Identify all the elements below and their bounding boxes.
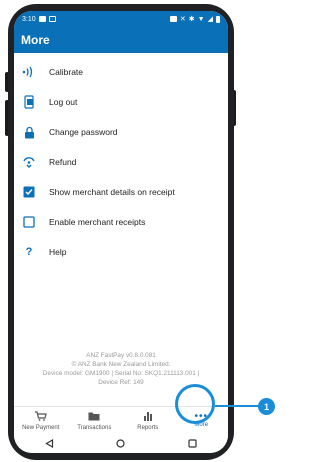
notification-icon [38,16,46,22]
checkbox-checked-icon[interactable] [22,185,36,199]
menu-item-help[interactable]: ? Help [14,237,228,267]
menu-item-label: Log out [49,97,78,107]
help-icon: ? [25,246,33,258]
menu-item-calibrate[interactable]: Calibrate [14,57,228,87]
menu-item-refund[interactable]: Refund [14,147,228,177]
callout-number-badge: 1 [258,398,275,415]
more-menu: Calibrate Log out Change password Refund [14,53,228,267]
folder-icon [88,411,100,423]
logout-icon [22,95,36,109]
nav-label: New Payment [22,425,60,431]
callout-highlight-ring [175,384,215,424]
device-info: Device model: GM1900 | Serial No: SKQ1.2… [42,370,200,377]
home-icon[interactable] [116,435,126,453]
menu-item-logout[interactable]: Log out [14,87,228,117]
cart-icon [34,411,47,423]
callout-connector-line [215,405,260,407]
wifi-icon: ▼ [197,15,205,23]
menu-item-label: Show merchant details on receipt [49,187,175,197]
app-info-footer: ANZ FastPay v0.8.0.081 © ANZ Bank New Ze… [14,351,228,387]
nav-reports[interactable]: Reports [121,407,175,435]
lock-icon [22,125,36,139]
gallery-icon [48,16,56,22]
system-navigation-bar [14,434,228,453]
menu-item-label: Help [49,247,67,257]
nfc-icon [169,16,177,22]
nav-new-payment[interactable]: New Payment [14,407,68,435]
calibrate-icon [22,65,36,79]
menu-item-label: Change password [49,127,118,137]
page-title: More [21,33,50,47]
nav-label: Reports [137,425,159,431]
menu-item-change-password[interactable]: Change password [14,117,228,147]
back-icon[interactable] [45,435,54,453]
app-bar: More [14,27,228,53]
battery-icon [216,15,220,23]
menu-item-label: Refund [49,157,77,167]
menu-item-enable-merchant-receipts[interactable]: Enable merchant receipts [14,207,228,237]
bar-chart-icon [143,411,153,423]
signal-icon: ◢ [207,16,213,23]
status-bar: 3:10 ✕ ✱ ▼ ◢ [14,11,228,27]
app-version: ANZ FastPay v0.8.0.081 [86,352,156,359]
bluetooth-icon: ✱ [188,16,195,23]
copyright: © ANZ Bank New Zealand Limited. [71,361,171,368]
mute-icon: ✕ [179,16,186,23]
refund-icon [22,155,36,169]
checkbox-unchecked-icon[interactable] [22,215,36,229]
menu-item-show-merchant-details[interactable]: Show merchant details on receipt [14,177,228,207]
menu-item-label: Enable merchant receipts [49,217,146,227]
nav-label: Transactions [77,425,112,431]
nav-transactions[interactable]: Transactions [68,407,122,435]
clock: 3:10 [22,15,36,23]
recents-icon[interactable] [188,435,197,453]
menu-item-label: Calibrate [49,67,84,77]
